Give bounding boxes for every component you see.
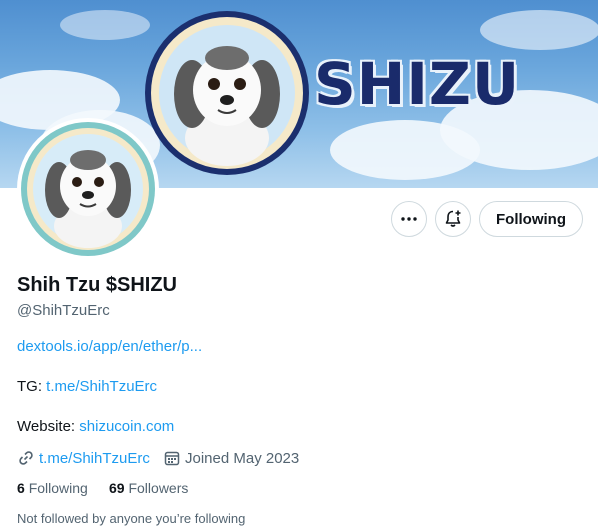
tg-label: TG: <box>17 378 42 395</box>
following-label: Following <box>28 480 88 496</box>
banner-cloud <box>60 10 150 40</box>
banner-brand-text: SHIZU <box>314 50 521 118</box>
followers-count-link[interactable]: 69 Followers <box>109 480 188 496</box>
link-icon <box>19 451 33 465</box>
avatar[interactable] <box>17 118 159 260</box>
shih-tzu-logo-icon <box>145 11 309 175</box>
following-count-link[interactable]: 6 Following <box>17 480 88 496</box>
followed-by-text: Not followed by anyone you’re following <box>17 511 246 526</box>
more-horizontal-icon <box>401 217 417 221</box>
shih-tzu-avatar-icon <box>21 122 155 256</box>
notifications-button[interactable] <box>435 201 471 237</box>
joined-date: Joined May 2023 <box>185 449 300 467</box>
following-button[interactable]: Following <box>479 201 583 237</box>
bell-plus-icon <box>445 210 461 227</box>
display-name: Shih Tzu $SHIZU <box>17 274 177 296</box>
following-count: 6 <box>17 480 25 496</box>
user-handle: @ShihTzuErc <box>17 302 110 319</box>
banner-cloud <box>480 10 598 50</box>
more-options-button[interactable] <box>391 201 427 237</box>
profile-url-link[interactable]: t.me/ShihTzuErc <box>39 450 150 467</box>
bio-tg-link[interactable]: t.me/ShihTzuErc <box>46 378 157 395</box>
calendar-icon <box>164 451 180 466</box>
followers-count: 69 <box>109 480 125 496</box>
bio-dextools-link[interactable]: dextools.io/app/en/ether/p... <box>17 338 202 355</box>
website-label: Website: <box>17 418 76 435</box>
bio-website-link[interactable]: shizucoin.com <box>79 418 174 435</box>
followers-label: Followers <box>128 480 189 496</box>
